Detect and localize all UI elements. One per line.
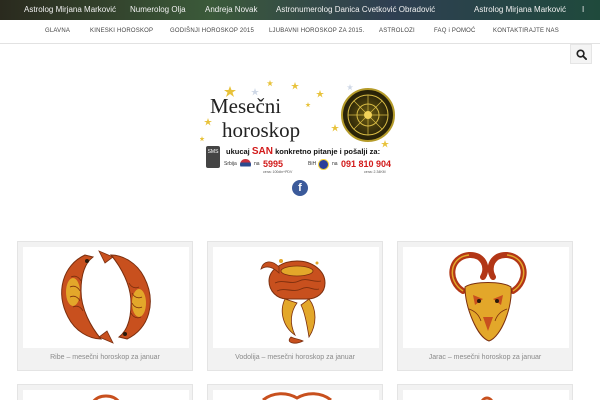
card-image-row2-1[interactable] xyxy=(23,390,189,400)
instruction-suffix: konkretno pitanje i pošalji za: xyxy=(275,147,381,156)
topbar-link-mirjana[interactable]: Astrolog Mirjana Marković xyxy=(24,5,116,14)
card-image-vodolija[interactable] xyxy=(213,247,379,348)
zodiac-partial-icon xyxy=(481,396,493,400)
sms-label: SMS xyxy=(207,149,219,155)
topbar-link-partial[interactable]: I xyxy=(582,5,584,14)
nav-item-kontakt[interactable]: KONTAKTIRAJTE NAS xyxy=(493,28,559,34)
serbia-prefix: na xyxy=(254,161,260,167)
facebook-icon[interactable]: f xyxy=(292,180,308,196)
card-image-jarac[interactable] xyxy=(403,247,569,348)
topbar-link-andreja[interactable]: Andreja Novak xyxy=(205,5,257,14)
banner-instruction: ukucaj SAN konkretno pitanje i pošalji z… xyxy=(226,146,380,157)
topbar-link-danica[interactable]: Astronumerolog Danica Cvetković Obradovi… xyxy=(276,5,435,14)
serbia-price: cena: 100din+PDV xyxy=(263,170,293,174)
horoscope-card-row2-1[interactable] xyxy=(17,384,193,400)
card-image-row2-2[interactable] xyxy=(213,390,379,400)
capricorn-icon xyxy=(449,252,527,342)
nav-item-astrolozi[interactable]: ASTROLOZI xyxy=(379,28,415,34)
bih-price: cena: 2.34KM xyxy=(364,170,386,174)
nav-item-ljubavni[interactable]: LJUBAVNI HOROSKOP ZA 2015. xyxy=(269,28,364,34)
nav-item-glavna[interactable]: GLAVNA xyxy=(45,28,70,34)
topbar-link-mirjana-2[interactable]: Astrolog Mirjana Marković xyxy=(474,5,566,14)
pisces-icon xyxy=(61,250,151,344)
sms-numbers-row: Srbija na 5995 cena: 100din+PDV BiH na 0… xyxy=(224,159,396,177)
card-caption-vodolija[interactable]: Vodolija – mesečni horoskop za januar xyxy=(208,354,382,361)
horoscope-card-ribe[interactable]: Ribe – mesečni horoskop za januar xyxy=(17,241,193,371)
zodiac-partial-icon xyxy=(92,394,120,400)
card-caption-ribe[interactable]: Ribe – mesečni horoskop za januar xyxy=(18,354,192,361)
horoscope-card-row2-2[interactable] xyxy=(207,384,383,400)
serbia-label: Srbija xyxy=(224,161,237,167)
instruction-prefix: ukucaj xyxy=(226,147,250,156)
banner-title-line2: horoskop xyxy=(222,118,301,142)
search-button[interactable] xyxy=(570,44,592,64)
bih-number: 091 810 904 xyxy=(341,159,392,169)
bih-flag-icon xyxy=(318,159,329,170)
aquarius-icon xyxy=(260,259,326,344)
monthly-horoscope-banner[interactable]: Mesečni horoskop SMS ukucaj SAN konkretn… xyxy=(200,80,396,180)
banner-title-line1: Mesečni xyxy=(210,94,282,118)
card-caption-jarac[interactable]: Jarac – mesečni horoskop za januar xyxy=(398,354,572,361)
horoscope-card-vodolija[interactable]: Vodolija – mesečni horoskop za januar xyxy=(207,241,383,371)
nav-item-godisnji[interactable]: GODIŠNJI HOROSKOP 2015 xyxy=(170,28,254,34)
sms-phone-icon: SMS xyxy=(206,146,220,168)
nav-item-faq[interactable]: FAQ i POMOĆ xyxy=(434,28,476,34)
search-icon xyxy=(575,48,587,60)
topbar-link-olja[interactable]: Numerolog Olja xyxy=(130,5,186,14)
card-image-row2-3[interactable] xyxy=(403,390,569,400)
keyword-san: SAN xyxy=(251,146,273,157)
serbia-number: 5995 xyxy=(263,159,284,169)
horoscope-card-jarac[interactable]: Jarac – mesečni horoskop za januar xyxy=(397,241,573,371)
card-image-ribe[interactable] xyxy=(23,247,189,348)
top-astrologer-bar: Astrolog Mirjana Marković Numerolog Olja… xyxy=(0,0,600,20)
serbia-flag-icon xyxy=(240,159,251,170)
bih-prefix: na xyxy=(332,161,338,167)
nav-item-kineski[interactable]: KINESKI HOROSKOP xyxy=(90,28,153,34)
zodiac-wheel-icon xyxy=(341,88,395,142)
bih-label: BiH xyxy=(308,161,317,167)
zodiac-partial-icon xyxy=(262,392,332,400)
horoscope-card-row2-3[interactable] xyxy=(397,384,573,400)
main-navigation: GLAVNA KINESKI HOROSKOP GODIŠNJI HOROSKO… xyxy=(0,20,600,44)
